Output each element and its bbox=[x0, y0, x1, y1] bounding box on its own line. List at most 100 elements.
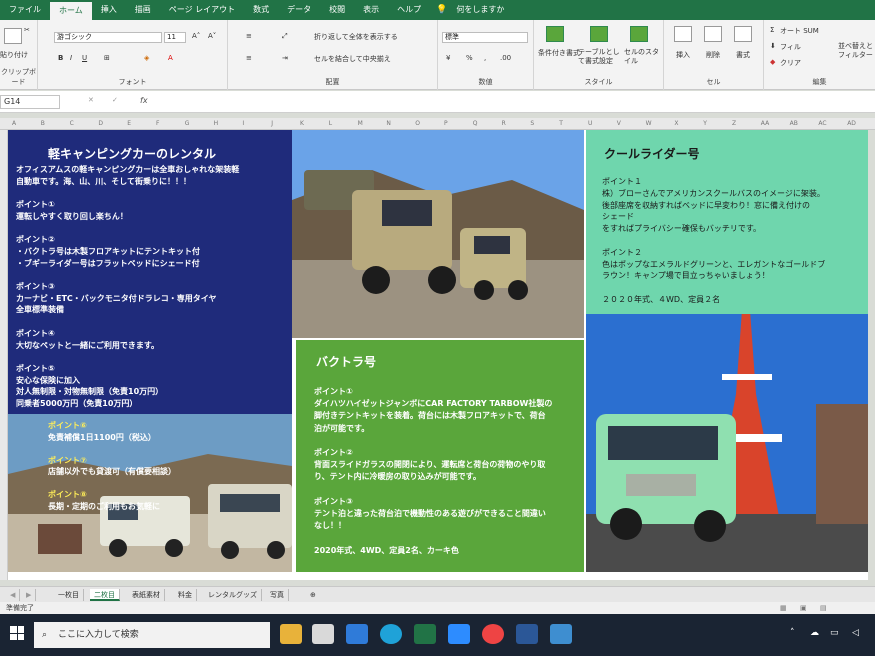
sheet-tab-1[interactable]: 一枚目 bbox=[54, 589, 84, 601]
column-header[interactable]: AB bbox=[790, 118, 798, 130]
column-header[interactable]: M bbox=[358, 118, 363, 130]
sheet-tab-2[interactable]: 二枚目 bbox=[90, 589, 120, 601]
mail-icon[interactable] bbox=[346, 624, 368, 644]
comma-icon[interactable]: , bbox=[484, 54, 486, 62]
sort-filter-button[interactable]: 並べ替えとフィルター bbox=[838, 42, 874, 60]
cancel-icon[interactable]: ✕ bbox=[88, 96, 94, 104]
worksheet[interactable]: 軽キャンピングカーのレンタル オフィスアムスの軽キャンピングカーは全車おしゃれな… bbox=[8, 130, 868, 580]
enter-icon[interactable]: ✓ bbox=[112, 96, 118, 104]
insert-button[interactable]: 挿入 bbox=[676, 50, 690, 60]
fill-color-icon[interactable]: ◈ bbox=[144, 54, 149, 62]
column-header[interactable]: AC bbox=[818, 118, 826, 130]
taskbar-search-box[interactable]: ⌕ ここに入力して検索 bbox=[34, 622, 270, 648]
autosum-button[interactable]: オート SUM bbox=[780, 26, 819, 36]
tab-home[interactable]: ホーム bbox=[50, 2, 92, 20]
number-format-select[interactable]: 標準 bbox=[442, 32, 528, 43]
format-cells-icon[interactable] bbox=[734, 26, 752, 42]
conditional-format-icon[interactable] bbox=[546, 26, 564, 42]
tab-review[interactable]: 校閲 bbox=[320, 0, 354, 20]
next-sheet-icon[interactable]: ▶ bbox=[22, 589, 37, 601]
autosum-icon[interactable]: Σ bbox=[770, 26, 774, 34]
column-header[interactable]: W bbox=[646, 118, 652, 130]
tab-insert[interactable]: 挿入 bbox=[92, 0, 126, 20]
insert-cells-icon[interactable] bbox=[674, 26, 692, 42]
sheet-tab-3[interactable]: 表紙素材 bbox=[128, 589, 165, 601]
column-header[interactable]: L bbox=[329, 118, 332, 130]
column-header[interactable]: AD bbox=[847, 118, 856, 130]
shrink-font-icon[interactable]: A˅ bbox=[208, 32, 216, 40]
conditional-format-button[interactable]: 条件付き書式 bbox=[538, 48, 580, 58]
tab-formulas[interactable]: 数式 bbox=[244, 0, 278, 20]
paste-button[interactable]: 貼り付け bbox=[0, 50, 28, 60]
normal-view-icon[interactable]: ▦ bbox=[780, 602, 787, 614]
orientation-icon[interactable]: ⤢ bbox=[282, 32, 288, 41]
column-header[interactable]: N bbox=[386, 118, 391, 130]
prev-sheet-icon[interactable]: ◀ bbox=[6, 589, 21, 601]
grow-font-icon[interactable]: A˄ bbox=[192, 32, 200, 40]
cell-style-button[interactable]: セルのスタイル bbox=[624, 48, 660, 66]
store-icon[interactable] bbox=[312, 624, 334, 644]
photos-app-icon[interactable] bbox=[550, 624, 572, 644]
tab-file[interactable]: ファイル bbox=[0, 0, 50, 20]
fill-icon[interactable]: ⬇ bbox=[770, 42, 776, 50]
word-app-icon[interactable] bbox=[516, 624, 538, 644]
add-sheet-icon[interactable]: ⊕ bbox=[306, 589, 320, 601]
volume-icon[interactable]: ◁ bbox=[852, 628, 859, 638]
column-header[interactable]: X bbox=[674, 118, 678, 130]
sheet-tab-4[interactable]: 料金 bbox=[174, 589, 197, 601]
border-icon[interactable]: ⊞ bbox=[104, 54, 110, 62]
italic-button[interactable]: I bbox=[70, 54, 72, 62]
sheet-tab-6[interactable]: 写真 bbox=[266, 589, 289, 601]
delete-cells-icon[interactable] bbox=[704, 26, 722, 42]
column-header[interactable]: U bbox=[588, 118, 592, 130]
column-header[interactable]: Y bbox=[703, 118, 707, 130]
excel-app-icon[interactable] bbox=[414, 624, 436, 644]
column-header[interactable]: O bbox=[415, 118, 420, 130]
zoom-app-icon[interactable] bbox=[448, 624, 470, 644]
tab-view[interactable]: 表示 bbox=[354, 0, 388, 20]
column-header[interactable]: B bbox=[41, 118, 45, 130]
cloud-icon[interactable]: ☁ bbox=[810, 628, 819, 638]
column-header[interactable]: I bbox=[242, 118, 244, 130]
function-icon[interactable]: fx bbox=[140, 96, 148, 105]
column-header[interactable]: H bbox=[214, 118, 219, 130]
tab-draw[interactable]: 描画 bbox=[126, 0, 160, 20]
column-header[interactable]: R bbox=[502, 118, 506, 130]
paste-icon[interactable] bbox=[4, 28, 22, 44]
edge-browser-icon[interactable] bbox=[380, 624, 402, 644]
sheet-tab-5[interactable]: レンタルグッズ bbox=[204, 589, 262, 601]
column-header[interactable]: C bbox=[70, 118, 74, 130]
tray-chevron-icon[interactable]: ˄ bbox=[790, 628, 795, 638]
column-header[interactable]: Q bbox=[473, 118, 478, 130]
tab-help[interactable]: ヘルプ bbox=[388, 0, 430, 20]
bold-button[interactable]: B bbox=[58, 54, 63, 62]
table-format-icon[interactable] bbox=[590, 26, 608, 42]
column-header[interactable]: E bbox=[127, 118, 131, 130]
fill-button[interactable]: フィル bbox=[780, 42, 801, 52]
percent-icon[interactable]: % bbox=[466, 54, 473, 62]
file-explorer-icon[interactable] bbox=[280, 624, 302, 644]
indent-icon[interactable]: ⇥ bbox=[282, 54, 288, 62]
column-header[interactable]: J bbox=[271, 118, 273, 130]
network-icon[interactable]: ▭ bbox=[830, 628, 839, 638]
name-box[interactable]: G14 bbox=[0, 95, 60, 109]
align-top-icon[interactable]: ≡ bbox=[246, 32, 252, 40]
wrap-text-button[interactable]: 折り返して全体を表示する bbox=[314, 32, 398, 42]
font-color-icon[interactable]: A bbox=[168, 54, 173, 62]
clear-button[interactable]: クリア bbox=[780, 58, 801, 68]
decimal-icon[interactable]: .00 bbox=[500, 54, 511, 62]
column-header[interactable]: P bbox=[444, 118, 448, 130]
page-break-view-icon[interactable]: ▤ bbox=[820, 602, 827, 614]
tab-data[interactable]: データ bbox=[278, 0, 320, 20]
cell-style-icon[interactable] bbox=[630, 26, 648, 42]
column-header[interactable]: T bbox=[559, 118, 563, 130]
chrome-browser-icon[interactable] bbox=[482, 624, 504, 644]
windows-start-icon[interactable] bbox=[10, 626, 24, 640]
align-left-icon[interactable]: ≡ bbox=[246, 54, 252, 62]
page-layout-view-icon[interactable]: ▣ bbox=[800, 602, 807, 614]
currency-icon[interactable]: ¥ bbox=[446, 54, 450, 62]
tab-page-layout[interactable]: ページ レイアウト bbox=[160, 0, 244, 20]
column-header[interactable]: S bbox=[530, 118, 534, 130]
font-size-select[interactable]: 11 bbox=[164, 32, 186, 43]
merge-center-button[interactable]: セルを結合して中央揃え bbox=[314, 54, 391, 64]
